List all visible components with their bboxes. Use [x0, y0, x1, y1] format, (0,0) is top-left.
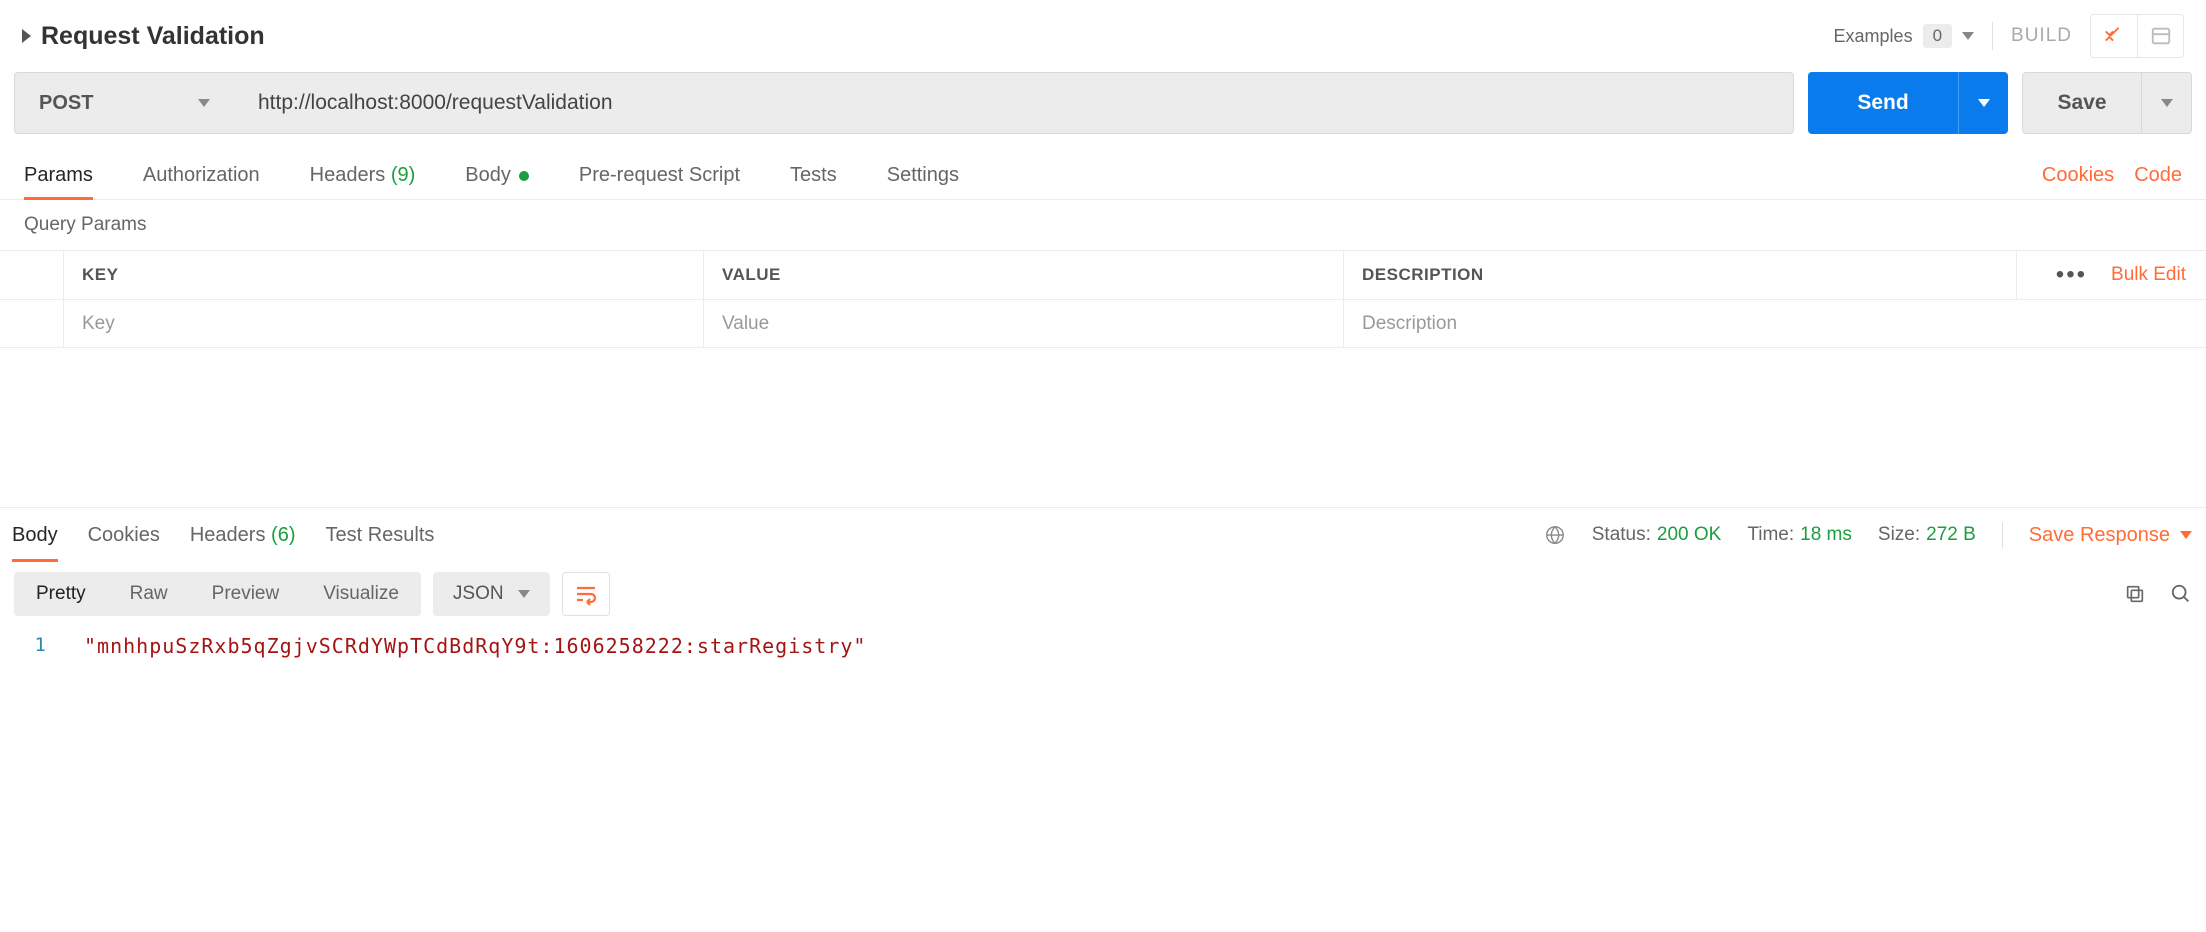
save-dropdown-button[interactable]: [2142, 72, 2192, 134]
build-label[interactable]: BUILD: [2011, 25, 2072, 47]
cookies-link[interactable]: Cookies: [2042, 164, 2114, 187]
send-label: Send: [1857, 91, 1908, 115]
send-dropdown-button[interactable]: [1958, 72, 2008, 134]
chevron-down-icon: [518, 590, 530, 598]
code-link[interactable]: Code: [2134, 164, 2182, 187]
qp-checkbox-header: [0, 251, 64, 299]
resp-tab-headers[interactable]: Headers (6): [190, 508, 296, 562]
headers-count: (9): [391, 164, 415, 187]
chevron-down-icon: [198, 99, 210, 107]
format-label: JSON: [453, 583, 504, 605]
tab-label: Tests: [790, 164, 837, 187]
status-value: 200 OK: [1657, 524, 1721, 546]
examples-dropdown[interactable]: Examples 0: [1834, 24, 1975, 48]
chevron-down-icon: [2161, 99, 2173, 107]
resp-tab-body[interactable]: Body: [12, 508, 58, 562]
panel-icon[interactable]: [2137, 15, 2183, 57]
examples-count: 0: [1923, 24, 1952, 48]
request-title: Request Validation: [41, 22, 265, 51]
tab-prerequest-script[interactable]: Pre-request Script: [579, 152, 740, 199]
status-label: Status:: [1592, 524, 1651, 546]
expand-caret-icon[interactable]: [22, 29, 31, 43]
query-params-title: Query Params: [0, 200, 2206, 250]
bulk-edit-link[interactable]: Bulk Edit: [2111, 264, 2186, 286]
headers-count: (6): [271, 524, 295, 547]
chevron-down-icon: [1978, 99, 1990, 107]
qp-key-input[interactable]: Key: [64, 300, 704, 347]
qp-value-placeholder: Value: [722, 313, 769, 335]
response-view-segmented: Pretty Raw Preview Visualize: [14, 572, 421, 616]
seg-preview[interactable]: Preview: [190, 572, 302, 616]
tab-label: Pre-request Script: [579, 164, 740, 187]
time-value: 18 ms: [1800, 524, 1852, 546]
qp-value-input[interactable]: Value: [704, 300, 1344, 347]
divider: [1992, 22, 1993, 50]
globe-icon[interactable]: [1544, 524, 1566, 546]
tab-label: Test Results: [325, 524, 434, 547]
examples-label: Examples: [1834, 26, 1913, 47]
url-value: http://localhost:8000/requestValidation: [258, 91, 613, 115]
save-label: Save: [2057, 91, 2106, 115]
status-meta[interactable]: Status: 200 OK: [1592, 524, 1722, 546]
tab-label: Settings: [887, 164, 959, 187]
qp-description-input[interactable]: Description: [1344, 300, 2206, 347]
qp-key-placeholder: Key: [82, 313, 115, 335]
tab-label: Body: [465, 164, 511, 187]
tab-label: Headers: [190, 524, 266, 547]
dot-indicator-icon: [519, 171, 529, 181]
time-meta[interactable]: Time: 18 ms: [1747, 524, 1852, 546]
wrap-lines-button[interactable]: [562, 572, 610, 616]
qp-col-value-header: VALUE: [704, 251, 1344, 299]
save-response-dropdown[interactable]: Save Response: [2029, 524, 2192, 547]
resp-tab-test-results[interactable]: Test Results: [325, 508, 434, 562]
chevron-down-icon: [2180, 531, 2192, 539]
resp-tab-cookies[interactable]: Cookies: [88, 508, 160, 562]
tab-body[interactable]: Body: [465, 152, 529, 199]
qp-col-key-header: KEY: [64, 251, 704, 299]
seg-visualize[interactable]: Visualize: [301, 572, 421, 616]
tab-params[interactable]: Params: [24, 152, 93, 199]
send-button[interactable]: Send: [1808, 72, 1958, 134]
tab-authorization[interactable]: Authorization: [143, 152, 260, 199]
time-label: Time:: [1747, 524, 1794, 546]
tab-settings[interactable]: Settings: [887, 152, 959, 199]
format-select[interactable]: JSON: [433, 572, 550, 616]
qp-col-description-header: DESCRIPTION: [1344, 251, 2016, 299]
tab-headers[interactable]: Headers (9): [310, 152, 416, 199]
line-number: 1: [0, 634, 60, 658]
more-options-icon[interactable]: •••: [2056, 261, 2087, 289]
url-input[interactable]: http://localhost:8000/requestValidation: [234, 72, 1794, 134]
seg-raw[interactable]: Raw: [108, 572, 190, 616]
query-params-table: KEY VALUE DESCRIPTION ••• Bulk Edit Key …: [0, 250, 2206, 348]
seg-pretty[interactable]: Pretty: [14, 572, 108, 616]
tab-label: Headers: [310, 164, 386, 187]
tab-label: Cookies: [88, 524, 160, 547]
save-response-label: Save Response: [2029, 524, 2170, 547]
response-line: "mnhhpuSzRxb5qZgjvSCRdYWpTCdBdRqY9t:1606…: [60, 634, 866, 658]
size-meta[interactable]: Size: 272 B: [1878, 524, 1976, 546]
tab-label: Params: [24, 164, 93, 187]
tab-tests[interactable]: Tests: [790, 152, 837, 199]
size-label: Size:: [1878, 524, 1920, 546]
http-method-label: POST: [39, 92, 93, 115]
qp-row-checkbox[interactable]: [0, 300, 64, 347]
chevron-down-icon: [1962, 32, 1974, 40]
tab-label: Body: [12, 524, 58, 547]
tab-label: Authorization: [143, 164, 260, 187]
http-method-select[interactable]: POST: [14, 72, 234, 134]
qp-desc-placeholder: Description: [1362, 313, 1457, 335]
size-value: 272 B: [1926, 524, 1976, 546]
divider: [2002, 522, 2003, 548]
comments-icon[interactable]: [2091, 15, 2137, 57]
search-icon[interactable]: [2170, 583, 2192, 605]
response-body-area[interactable]: 1 "mnhhpuSzRxb5qZgjvSCRdYWpTCdBdRqY9t:16…: [0, 626, 2206, 666]
copy-icon[interactable]: [2124, 583, 2146, 605]
save-button[interactable]: Save: [2022, 72, 2142, 134]
